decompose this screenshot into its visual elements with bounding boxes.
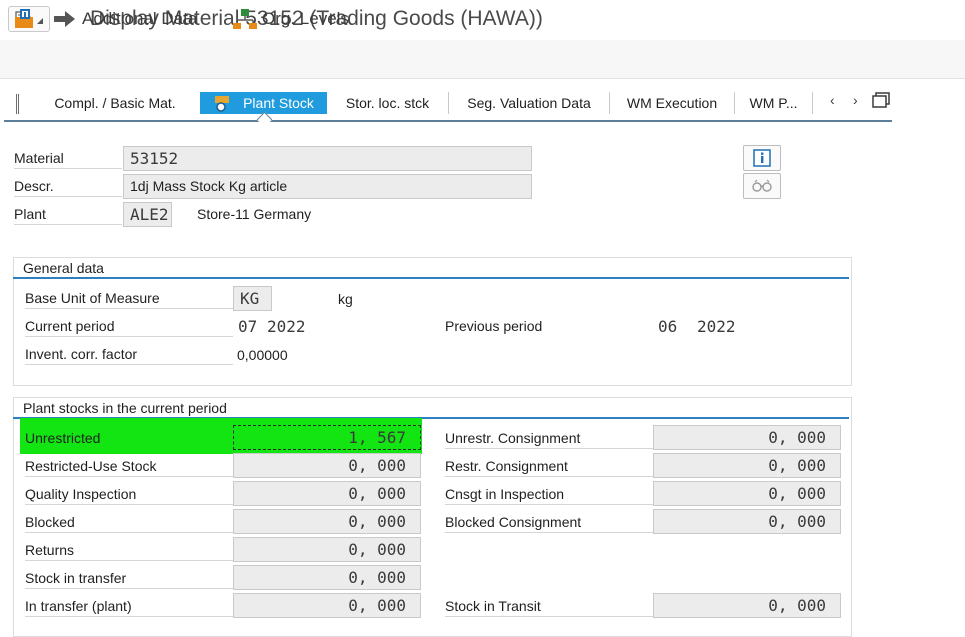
stock-label-cnsgt-in-inspection: Cnsgt in Inspection [445, 484, 653, 505]
scroll-right-icon[interactable]: › [853, 92, 858, 108]
stock-label-blocked-consignment: Blocked Consignment [445, 512, 653, 533]
stock-field-in-transfer-plant[interactable]: 0, 000 [233, 593, 421, 618]
tab-label: Stor. loc. stck [345, 95, 430, 111]
general-data-underline [13, 277, 849, 279]
material-label: Material [14, 148, 122, 169]
arrow-right-icon [54, 11, 75, 27]
stock-label-in-transfer-plant: In transfer (plant) [25, 596, 233, 617]
invent-factor-value: 0,00000 [237, 347, 288, 363]
plant-name: Store-11 Germany [197, 206, 312, 222]
tab-label: WM P... [749, 95, 798, 111]
tab-plant-stock[interactable]: Plant Stock [200, 92, 327, 114]
current-period-label: Current period [25, 316, 233, 337]
active-tab-pointer [256, 111, 273, 128]
plant-stocks-title: Plant stocks in the current period [23, 400, 227, 416]
general-data-title: General data [23, 260, 104, 276]
current-period-year: 2022 [267, 317, 306, 336]
stock-field-stock-in-transit[interactable]: 0, 000 [653, 593, 841, 618]
stock-label-stock-in-transit: Stock in Transit [445, 596, 653, 617]
additional-data-label: Additional Data [82, 9, 198, 28]
tab-label: Seg. Valuation Data [467, 95, 591, 111]
org-levels-button[interactable]: Org. Levels [232, 8, 349, 30]
additional-data-button[interactable]: Additional Data [52, 8, 197, 30]
stock-field-quality-inspection[interactable]: 0, 000 [233, 481, 421, 506]
invent-factor-label: Invent. corr. factor [25, 344, 233, 365]
stock-field-blocked[interactable]: 0, 000 [233, 509, 421, 534]
change-display-button[interactable] [12, 8, 38, 30]
previous-period-year: 2022 [697, 317, 736, 336]
previous-period-month: 06 [658, 317, 678, 336]
plant-field[interactable]: ALE2 [123, 202, 172, 227]
stock-label-stock-in-transfer: Stock in transfer [25, 568, 233, 589]
description-field[interactable]: 1dj Mass Stock Kg article [123, 174, 532, 199]
material-field[interactable]: 53152 [123, 146, 532, 171]
scroll-left-icon[interactable]: ‹ [830, 92, 835, 108]
base-uom-text: kg [338, 291, 353, 307]
stock-field-restricted-use[interactable]: 0, 000 [233, 453, 421, 478]
stock-field-stock-in-transfer[interactable]: 0, 000 [233, 565, 421, 590]
stock-label-blocked: Blocked [25, 512, 233, 533]
stock-field-returns[interactable]: 0, 000 [233, 537, 421, 562]
descr-label: Descr. [14, 176, 122, 197]
stock-field-unrestr-consignment[interactable]: 0, 000 [653, 425, 841, 450]
plant-label: Plant [14, 204, 122, 225]
stock-label-quality-inspection: Quality Inspection [25, 484, 233, 505]
base-uom-field[interactable]: KG [233, 286, 272, 311]
tab-storage-location-stock[interactable]: Stor. loc. stck [327, 92, 449, 114]
tab-label: Plant Stock [243, 95, 314, 111]
org-levels-icon [233, 9, 257, 29]
tab-seg-valuation-data[interactable]: Seg. Valuation Data [449, 92, 610, 114]
stock-field-blocked-consignment[interactable]: 0, 000 [653, 509, 841, 534]
glasses-icon [752, 179, 772, 192]
tab-label: WM Execution [626, 95, 718, 111]
tab-strip-underline [4, 120, 892, 122]
tab-strip-edge [16, 94, 19, 114]
tab-wm-execution[interactable]: WM Execution [610, 92, 735, 114]
plant-stock-tab-icon [215, 96, 230, 112]
current-period-month: 07 [238, 317, 258, 336]
stock-label-restr-consignment: Restr. Consignment [445, 456, 653, 477]
change-display-icon [15, 9, 33, 28]
tab-basic-material[interactable]: Compl. / Basic Mat. [30, 92, 201, 114]
org-levels-label: Org. Levels [262, 9, 349, 28]
tab-label: Compl. / Basic Mat. [54, 95, 176, 111]
stock-label-restricted-use: Restricted-Use Stock [25, 456, 233, 477]
stock-label-returns: Returns [25, 540, 233, 561]
stock-field-cnsgt-in-inspection[interactable]: 0, 000 [653, 481, 841, 506]
tab-list-icon[interactable] [871, 92, 891, 115]
info-icon [753, 149, 771, 167]
application-toolbar [0, 40, 965, 79]
stock-label-unrestricted: Unrestricted [25, 430, 101, 446]
tab-wm-packaging[interactable]: WM P... [735, 92, 813, 114]
info-button[interactable] [743, 145, 781, 171]
previous-period-label: Previous period [445, 318, 543, 334]
stock-label-unrestr-consignment: Unrestr. Consignment [445, 428, 653, 449]
base-uom-label: Base Unit of Measure [25, 288, 233, 309]
stock-field-restr-consignment[interactable]: 0, 000 [653, 453, 841, 478]
display-button[interactable] [743, 173, 781, 199]
stock-field-unrestricted[interactable]: 1, 567 [233, 425, 421, 450]
